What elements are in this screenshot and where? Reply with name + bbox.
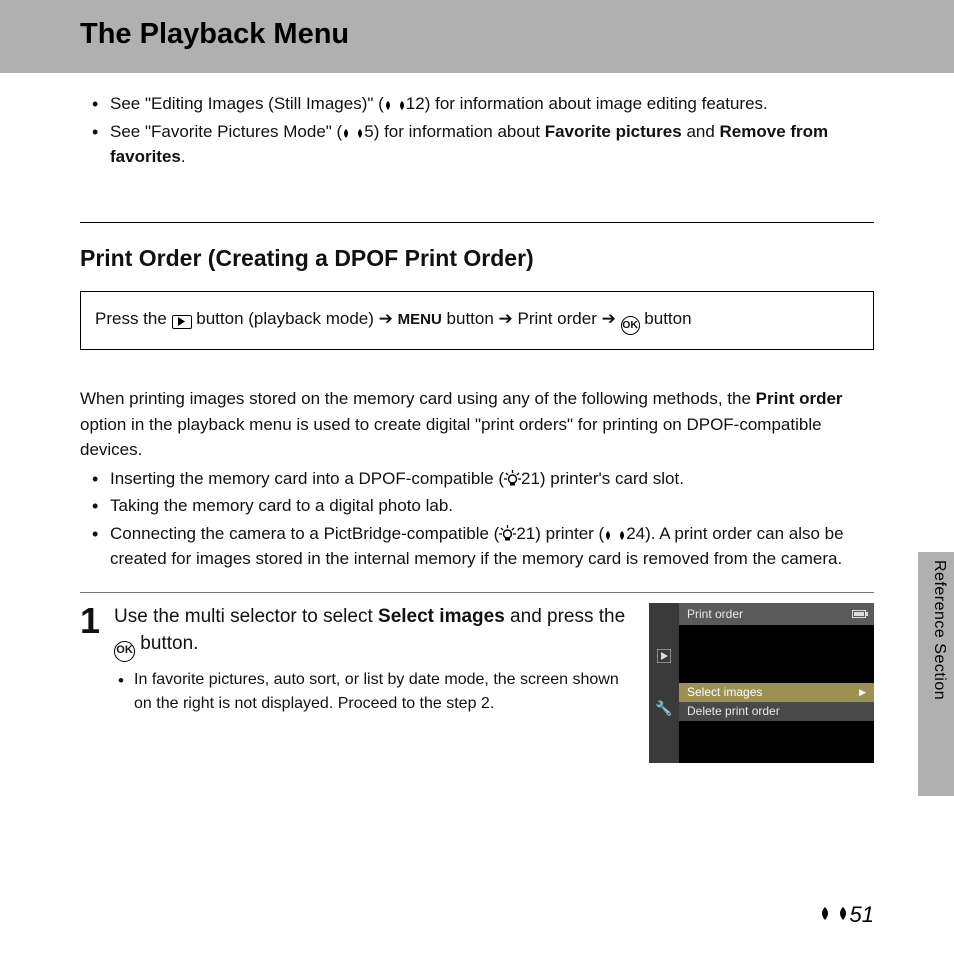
step-rule	[80, 592, 874, 593]
step-body: Use the multi selector to select Select …	[114, 603, 631, 763]
section-rule	[80, 222, 874, 223]
reference-icon	[342, 127, 364, 140]
setup-tab-icon: 🔧	[655, 698, 672, 719]
page-number: 51	[819, 902, 874, 928]
lamp-icon	[504, 470, 521, 487]
step-1: 1 Use the multi selector to select Selec…	[80, 603, 874, 763]
method-bullet-2: Taking the memory card to a digital phot…	[110, 493, 874, 519]
body-paragraph: When printing images stored on the memor…	[80, 386, 874, 463]
screen-title: Print order	[687, 605, 743, 623]
lamp-icon	[499, 525, 516, 542]
method-bullets: Inserting the memory card into a DPOF-co…	[80, 466, 874, 572]
screen-sidebar: 🔧	[649, 603, 679, 763]
reference-icon	[384, 99, 406, 112]
battery-icon	[852, 610, 866, 618]
chevron-right-icon: ▶	[859, 686, 866, 700]
camera-screen: 🔧 Print order Select images ▶ Delete pri…	[649, 603, 874, 763]
method-bullet-3: Connecting the camera to a PictBridge-co…	[110, 521, 874, 572]
screen-item-select-images: Select images ▶	[679, 683, 874, 702]
section-label: Reference Section	[930, 560, 948, 700]
ok-button-icon: OK	[621, 316, 640, 335]
step-left: 1 Use the multi selector to select Selec…	[80, 603, 631, 763]
screen-header: Print order	[679, 603, 874, 625]
navigation-box: Press the button (playback mode) ➔ MENU …	[80, 291, 874, 350]
page-title: The Playback Menu	[80, 18, 954, 51]
content-area: See "Editing Images (Still Images)" (12)…	[0, 73, 954, 763]
step-note: In favorite pictures, auto sort, or list…	[114, 668, 631, 716]
menu-label: MENU	[398, 311, 442, 328]
section-title: Print Order (Creating a DPOF Print Order…	[80, 241, 874, 276]
intro-bullets: See "Editing Images (Still Images)" (12)…	[80, 91, 874, 170]
method-bullet-1: Inserting the memory card into a DPOF-co…	[110, 466, 874, 492]
intro-bullet-1: See "Editing Images (Still Images)" (12)…	[110, 91, 874, 117]
playback-tab-icon	[657, 649, 671, 668]
arrow-icon: ➔	[602, 309, 616, 328]
reference-icon	[819, 902, 849, 928]
step-number: 1	[80, 603, 100, 763]
header-bar: The Playback Menu	[0, 0, 954, 73]
reference-icon	[604, 529, 626, 542]
intro-bullet-2: See "Favorite Pictures Mode" (5) for inf…	[110, 119, 874, 170]
ok-button-icon: OK	[114, 641, 135, 662]
step-heading: Use the multi selector to select Select …	[114, 603, 631, 662]
arrow-icon: ➔	[379, 309, 393, 328]
playback-icon	[172, 315, 192, 329]
screen-item-delete-order: Delete print order	[679, 702, 874, 721]
arrow-icon: ➔	[499, 309, 513, 328]
